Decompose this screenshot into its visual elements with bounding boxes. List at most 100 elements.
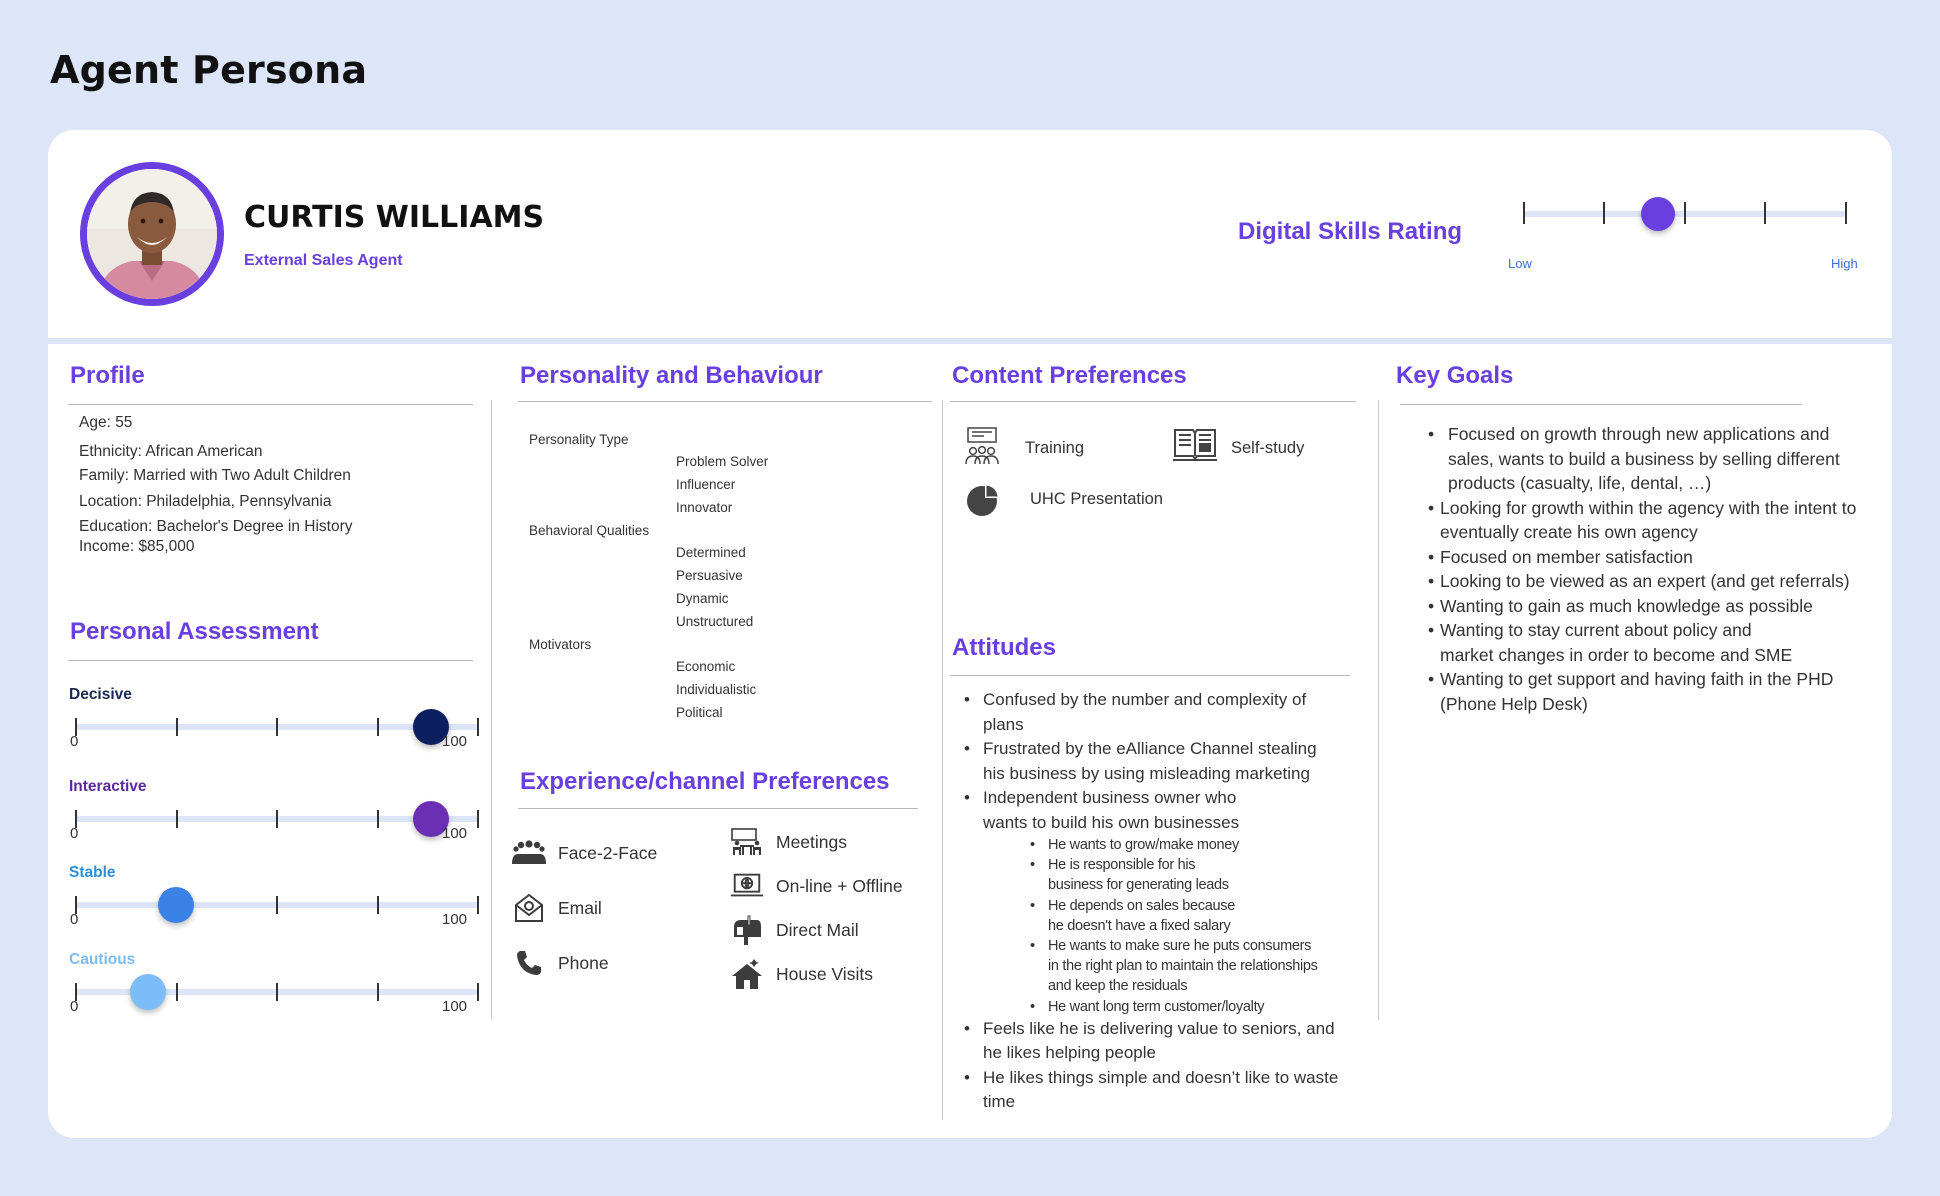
personality-trait: Persuasive [676, 568, 743, 583]
tick [1845, 202, 1847, 224]
assessment-slider[interactable] [75, 709, 479, 745]
assessment-slider[interactable] [75, 801, 479, 837]
divider [950, 401, 1356, 402]
channel-phone: Phone [512, 946, 609, 980]
bullet: • [1428, 669, 1435, 689]
channel-online-offline: On-line + Offline [730, 869, 903, 903]
digital-skills-slider[interactable]: Low High [1508, 197, 1858, 282]
channel-label: Direct Mail [776, 919, 859, 940]
attitude-line: Confused by the number and complexity of [983, 690, 1307, 709]
slider-knob[interactable] [158, 887, 194, 923]
personality-trait: Individualistic [676, 682, 757, 697]
profile-ethnicity: Ethnicity: African American [79, 443, 263, 460]
book-icon [1172, 426, 1218, 469]
channel-direct-mail: Direct Mail [730, 913, 859, 947]
goal-text: Focused on member satisfaction [1440, 545, 1693, 570]
scale-max: 100 [442, 911, 468, 928]
attitude-line: Feels like he is delivering value to sen… [983, 1018, 1335, 1038]
tick [376, 810, 379, 828]
content-label: Self-study [1231, 439, 1305, 457]
attitude-item: • He likes things simple and doesn’t like… [958, 1066, 1368, 1115]
goal-line: Looking for growth within the agency wit… [1440, 497, 1857, 518]
tick [477, 896, 479, 914]
tick [276, 983, 278, 1001]
tick [477, 718, 479, 736]
tick [1764, 202, 1766, 224]
mailbox-icon [730, 915, 764, 945]
channel-face-2-face: Face-2-Face [512, 836, 657, 870]
pie-chart-icon [966, 483, 1000, 522]
goal-line: Focused on growth through new applicatio… [1448, 424, 1830, 444]
assessment-label: Cautious [69, 951, 136, 968]
tick [175, 983, 178, 1001]
divider [68, 404, 473, 405]
divider [1400, 404, 1802, 405]
personality-trait: Influencer [676, 477, 736, 492]
tick [376, 983, 379, 1001]
divider [950, 675, 1350, 676]
assessment-label: Decisive [69, 686, 132, 703]
assessment-label: Stable [69, 864, 116, 881]
bullet: • [1428, 571, 1435, 591]
profile-title: Profile [70, 362, 145, 389]
column-divider [491, 400, 492, 1020]
attitude-sub-line: He is responsible for his [1048, 857, 1196, 874]
bullet: • [1030, 938, 1035, 955]
tick [276, 896, 278, 914]
goal-text: Wanting to stay current about policy and… [1440, 618, 1792, 667]
divider [518, 401, 932, 402]
slider-knob[interactable] [129, 974, 166, 1010]
column-divider [1378, 400, 1379, 1020]
goal-item: • Wanting to stay current about policy an… [1410, 618, 1875, 667]
attitude-item: • Independent business owner who wants to … [958, 786, 1368, 835]
digital-skills-knob[interactable] [1641, 197, 1676, 231]
attitude-line: Independent business owner who [983, 788, 1237, 807]
attitude-sub-item: • He is responsible for his business for g… [1030, 855, 1368, 895]
attitude-text: Frustrated by the eAlliance Channel stea… [983, 737, 1317, 786]
meeting-icon [730, 827, 764, 857]
scale-min: 0 [70, 825, 79, 842]
attitude-sub-list: • He wants to grow/make money • He is respo… [1030, 835, 1368, 1017]
group-icon [512, 838, 546, 868]
bullet: • [1428, 620, 1435, 640]
attitude-sub-line: He want long term customer/loyalty [1048, 998, 1265, 1015]
tick [276, 810, 278, 828]
bullet: • [1030, 897, 1035, 914]
attitude-line: Frustrated by the eAlliance Channel stea… [983, 739, 1317, 758]
content-label: Training [1025, 439, 1084, 457]
attitude-sub-text: He is responsible for his business for ge… [1048, 855, 1229, 895]
attitude-text: Feels like he is delivering value to sen… [983, 1017, 1335, 1066]
attitude-sub-line: He wants to grow/make money [1048, 837, 1239, 853]
high-label: High [1831, 256, 1858, 271]
assessment-slider[interactable] [75, 974, 479, 1010]
assessment-slider[interactable] [75, 887, 479, 923]
bullet: • [1428, 546, 1435, 567]
attitude-item: • Frustrated by the eAlliance Channel ste… [958, 737, 1368, 786]
person-role: External Sales Agent [244, 252, 403, 269]
personality-trait: Unstructured [676, 614, 754, 629]
goal-line: Looking to be viewed as an expert (and g… [1440, 571, 1850, 591]
profile-age: Age: 55 [79, 414, 133, 431]
tick [477, 983, 479, 1001]
scale-min: 0 [70, 998, 79, 1015]
goal-line: eventually create his own agency [1440, 522, 1698, 542]
channel-label: Face-2-Face [558, 842, 658, 863]
laptop-globe-icon [730, 871, 764, 901]
goal-line: market changes in order to become and SM… [1440, 644, 1793, 665]
email-icon [512, 893, 546, 923]
assessment-label: Interactive [69, 778, 147, 795]
goal-line: (Phone Help Desk) [1440, 693, 1588, 714]
bullet: • [1030, 837, 1035, 853]
bullet: • [964, 1067, 970, 1087]
profile-family: Family: Married with Two Adult Children [79, 467, 351, 484]
content-title: Content Preferences [952, 362, 1187, 389]
personality-trait: Economic [676, 659, 736, 674]
avatar [80, 162, 224, 306]
attitude-line: He likes things simple and doesn’t like … [983, 1067, 1339, 1087]
goal-line: products (casualty, life, dental, …) [1448, 473, 1712, 493]
attitude-sub-text: He wants to make sure he puts consumers i… [1048, 936, 1318, 997]
header-divider [48, 338, 1892, 344]
content-label: UHC Presentation [1030, 490, 1163, 508]
divider [518, 808, 918, 809]
attitude-text: Confused by the number and complexity of… [983, 688, 1306, 737]
